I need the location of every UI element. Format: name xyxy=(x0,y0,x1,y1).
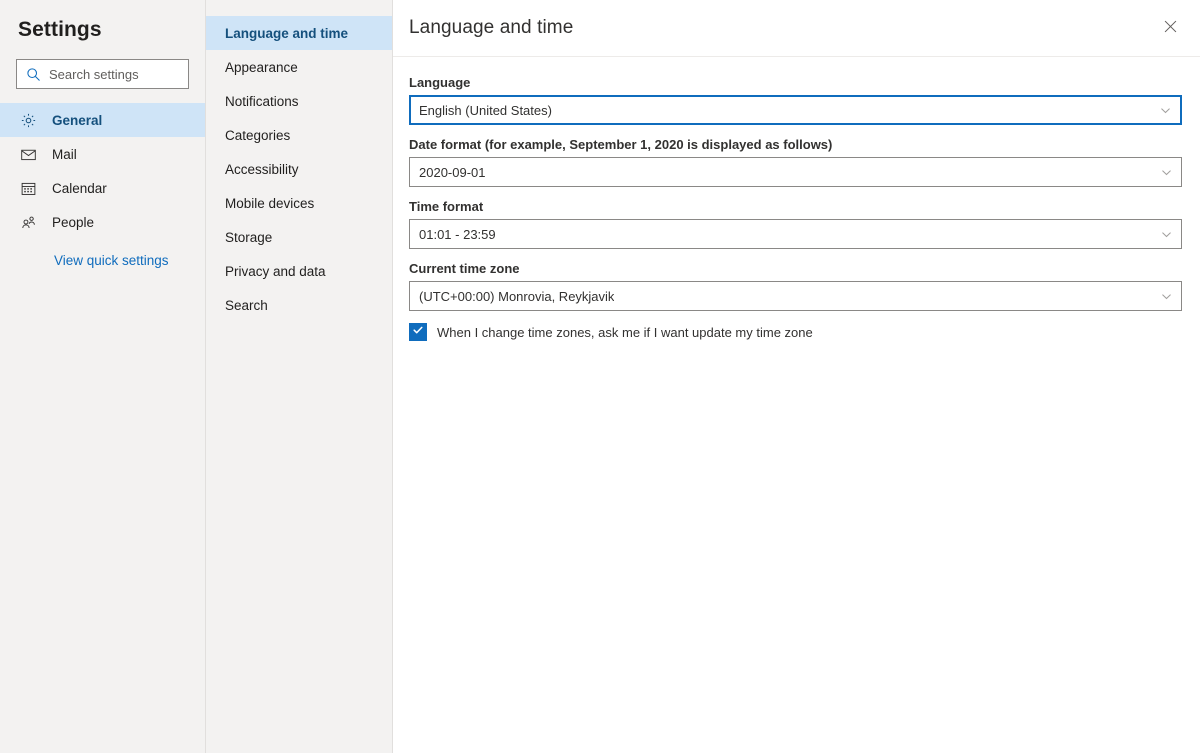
update-time-zone-label: When I change time zones, ask me if I wa… xyxy=(437,325,813,340)
gear-icon xyxy=(18,110,38,130)
sidebar-nav: General Mail xyxy=(0,103,205,239)
date-format-dropdown[interactable]: 2020-09-01 xyxy=(409,157,1182,187)
sidebar-item-mail[interactable]: Mail xyxy=(0,137,205,171)
sidebar-item-people[interactable]: People xyxy=(0,205,205,239)
current-time-zone-value: (UTC+00:00) Monrovia, Reykjavik xyxy=(419,289,614,304)
time-format-label: Time format xyxy=(409,199,1182,214)
chevron-down-icon xyxy=(1160,228,1172,240)
current-time-zone-dropdown[interactable]: (UTC+00:00) Monrovia, Reykjavik xyxy=(409,281,1182,311)
subnav-item-mobile-devices[interactable]: Mobile devices xyxy=(206,186,392,220)
subnav-item-notifications[interactable]: Notifications xyxy=(206,84,392,118)
settings-dialog: Settings G xyxy=(0,0,1200,753)
subnav-item-categories[interactable]: Categories xyxy=(206,118,392,152)
sidebar-item-label: General xyxy=(52,113,102,128)
sidebar-item-label: Calendar xyxy=(52,181,107,196)
language-label: Language xyxy=(409,75,1182,90)
calendar-icon xyxy=(18,178,38,198)
view-quick-settings-link[interactable]: View quick settings xyxy=(54,253,205,268)
subnav-item-language-and-time[interactable]: Language and time xyxy=(206,16,392,50)
language-and-time-form: Language English (United States) Date fo… xyxy=(393,57,1200,341)
language-dropdown[interactable]: English (United States) xyxy=(409,95,1182,125)
people-icon xyxy=(18,212,38,232)
chevron-down-icon xyxy=(1159,104,1171,116)
date-format-value: 2020-09-01 xyxy=(419,165,486,180)
envelope-icon xyxy=(18,144,38,164)
chevron-down-icon xyxy=(1160,166,1172,178)
search-input[interactable] xyxy=(49,67,180,82)
time-format-value: 01:01 - 23:59 xyxy=(419,227,496,242)
page-title: Language and time xyxy=(409,17,573,39)
update-time-zone-checkbox[interactable] xyxy=(409,323,427,341)
subnav-item-accessibility[interactable]: Accessibility xyxy=(206,152,392,186)
sidebar-item-calendar[interactable]: Calendar xyxy=(0,171,205,205)
settings-content: Language and time Language English (Unit… xyxy=(393,0,1200,753)
close-icon xyxy=(1163,19,1178,37)
subnav-item-search[interactable]: Search xyxy=(206,288,392,322)
close-button[interactable] xyxy=(1154,12,1186,44)
chevron-down-icon xyxy=(1160,290,1172,302)
settings-sidebar: Settings G xyxy=(0,0,205,753)
search-settings-box[interactable] xyxy=(16,59,189,89)
time-format-dropdown[interactable]: 01:01 - 23:59 xyxy=(409,219,1182,249)
date-format-label: Date format (for example, September 1, 2… xyxy=(409,137,1182,152)
subnav-item-appearance[interactable]: Appearance xyxy=(206,50,392,84)
search-icon xyxy=(25,66,41,82)
language-value: English (United States) xyxy=(419,103,552,118)
sidebar-item-general[interactable]: General xyxy=(0,103,205,137)
subnav-item-storage[interactable]: Storage xyxy=(206,220,392,254)
checkmark-icon xyxy=(412,323,424,341)
settings-title: Settings xyxy=(0,0,205,42)
sidebar-item-label: People xyxy=(52,215,94,230)
update-time-zone-checkbox-row[interactable]: When I change time zones, ask me if I wa… xyxy=(409,323,1182,341)
current-time-zone-label: Current time zone xyxy=(409,261,1182,276)
sidebar-item-label: Mail xyxy=(52,147,77,162)
subnav-item-privacy-and-data[interactable]: Privacy and data xyxy=(206,254,392,288)
settings-subnav: Language and time Appearance Notificatio… xyxy=(205,0,393,753)
content-header: Language and time xyxy=(393,0,1200,57)
